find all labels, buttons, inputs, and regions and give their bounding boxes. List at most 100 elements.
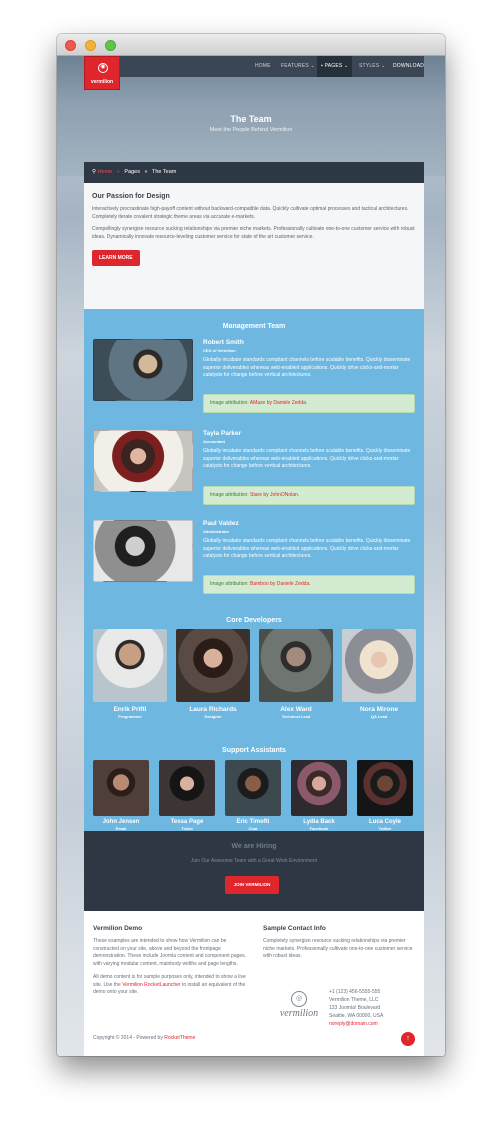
browser-window: HOME FEATURES ⌄ ▪ PAGES ⌄ STYLES ⌄ DOWNL… — [57, 34, 445, 1056]
developer-name: Laura Richards — [189, 706, 237, 713]
member-role: CEO of Vermilion — [203, 348, 236, 353]
contact-email[interactable]: noreply@domain.com — [329, 1020, 383, 1028]
footer-demo-text: All demo content is for sample purposes … — [93, 974, 246, 995]
support-name: Eric Timofti — [236, 819, 270, 825]
passion-title: Our Passion for Design — [92, 193, 170, 200]
contact-address: +1 (123) 456-5555-555 Vermilion Theme, L… — [329, 988, 383, 1028]
footer-contact: Sample Contact Info Completely synergize… — [263, 925, 418, 1027]
main-nav: HOME FEATURES ⌄ ▪ PAGES ⌄ STYLES ⌄ DOWNL… — [93, 56, 424, 77]
footer-demo-title: Vermilion Demo — [93, 925, 143, 932]
page: HOME FEATURES ⌄ ▪ PAGES ⌄ STYLES ⌄ DOWNL… — [57, 56, 445, 1056]
breadcrumb: ⚲ Home » Pages » The Team — [84, 162, 424, 183]
member-role: Administrator — [203, 529, 230, 534]
logo-text: vermilion — [90, 79, 114, 85]
support-title: Support Assistants — [222, 747, 286, 754]
learn-more-button[interactable]: LEARN MORE — [92, 250, 140, 266]
nav-styles[interactable]: STYLES ⌄ — [359, 56, 385, 77]
zoom-window-button[interactable] — [105, 40, 116, 51]
support-name: Lydia Back — [303, 819, 335, 825]
member-name: Tayla Parker — [203, 430, 242, 437]
management-title: Management Team — [222, 323, 286, 330]
developer-card: Laura Richards Designer — [176, 629, 250, 719]
footer-demo-text: These examples are intended to show how … — [93, 938, 247, 967]
support-name: Tessa Page — [170, 819, 204, 825]
member-photo — [93, 520, 193, 582]
image-attribution: Image attribution: AMaze by Daniele Zedd… — [203, 394, 415, 413]
support-card: John Jensen Email — [93, 760, 149, 831]
member-bio: Globally incubate standards compliant ch… — [203, 448, 411, 469]
support-photo — [225, 760, 281, 816]
vermilion-logo-icon: ◎ — [291, 991, 307, 1007]
attribution-link[interactable]: Bamboo by Daniele Zedda — [250, 581, 309, 587]
chevron-down-icon: ⌄ — [380, 63, 386, 69]
member-bio: Globally incubate standards compliant ch… — [203, 357, 411, 378]
developer-photo — [259, 629, 333, 702]
support-photo — [291, 760, 347, 816]
arrow-up-icon: ↑ — [406, 1035, 410, 1042]
copyright: Copyright © 2014 - Powered by RocketThem… — [93, 1035, 196, 1041]
nav-home[interactable]: HOME — [255, 56, 271, 77]
member-name: Paul Valdez — [203, 520, 239, 527]
attribution-link[interactable]: AMaze by Daniele Zedda — [250, 400, 306, 406]
developer-role: Designer — [204, 714, 222, 719]
close-window-button[interactable] — [65, 40, 76, 51]
developer-photo — [93, 629, 167, 702]
breadcrumb-home[interactable]: Home — [98, 169, 113, 175]
nav-pages[interactable]: ▪ PAGES ⌄ — [317, 56, 353, 77]
contact-city: Seattle, WA 00000, USA — [329, 1013, 384, 1019]
developer-card: Alex Ward Technical Lead — [259, 629, 333, 719]
hiring-section: We are Hiring Join Our Awesome Team with… — [84, 831, 424, 911]
support-photo — [159, 760, 215, 816]
attribution-link[interactable]: Stare by JohnONolan — [250, 492, 298, 498]
support-name: Luca Coyle — [368, 819, 401, 825]
page-title: The Team — [230, 114, 272, 124]
member-bio: Globally incubate standards compliant ch… — [203, 538, 411, 559]
member-role: Accountant — [203, 439, 225, 444]
minimize-window-button[interactable] — [85, 40, 96, 51]
image-attribution: Image attribution: Bamboo by Daniele Zed… — [203, 575, 415, 594]
developer-photo — [176, 629, 250, 702]
footer-logo: ◎ vermilion — [274, 991, 324, 1019]
developer-role: Technical Lead — [281, 714, 311, 719]
hero-header: HOME FEATURES ⌄ ▪ PAGES ⌄ STYLES ⌄ DOWNL… — [57, 56, 445, 176]
developer-card: Enrik Prifti Programmer — [93, 629, 167, 719]
member-name: Robert Smith — [203, 339, 244, 346]
contact-street: 123 Joomla! Boulevard — [329, 1005, 381, 1011]
support-photo — [357, 760, 413, 816]
contact-company: Vermilion Theme, LLC — [329, 997, 379, 1003]
hiring-subtitle: Join Our Awesome Team with a Great Work … — [190, 858, 318, 864]
file-icon: ▪ — [321, 63, 323, 69]
developer-card: Nora Mirone QA Lead — [342, 629, 416, 719]
rocketlauncher-link[interactable]: Vermilion RocketLauncher — [122, 982, 180, 988]
developer-name: Enrik Prifti — [113, 706, 147, 713]
image-attribution: Image attribution: Stare by JohnONolan. — [203, 486, 415, 505]
contact-phone: +1 (123) 456-5555-555 — [329, 989, 381, 995]
join-vermilion-button[interactable]: JOIN VERMILION — [225, 876, 279, 894]
back-to-top-button[interactable]: ↑ — [401, 1032, 415, 1046]
support-card: Luca Coyle Twitter — [357, 760, 413, 831]
developer-role: Programmer — [118, 714, 142, 719]
support-name: John Jensen — [102, 819, 140, 825]
chevron-down-icon: ⌄ — [310, 63, 315, 69]
hiring-title: We are Hiring — [231, 843, 277, 850]
support-card: Eric Timofti Chat — [225, 760, 281, 831]
chevron-down-icon: ⌄ — [344, 63, 349, 69]
nav-features[interactable]: FEATURES ⌄ — [281, 56, 315, 77]
developer-name: Alex Ward — [280, 706, 312, 713]
map-marker-icon: ⚲ — [92, 169, 97, 175]
site-logo[interactable]: ◉ vermilion — [84, 56, 120, 90]
developers-title: Core Developers — [226, 617, 282, 624]
team-section: Management Team Robert Smith CEO of Verm… — [84, 309, 424, 849]
support-card: Tessa Page Ticket — [159, 760, 215, 831]
breadcrumb-pages[interactable]: Pages — [124, 169, 140, 175]
window-titlebar — [57, 34, 445, 56]
developer-name: Nora Mirone — [360, 706, 398, 713]
nav-download[interactable]: DOWNLOAD — [393, 56, 424, 77]
rockettheme-link[interactable]: RocketTheme — [164, 1035, 195, 1041]
chevron-right-icon: » — [144, 169, 148, 175]
chevron-right-icon: » — [116, 169, 120, 175]
footer-contact-title: Sample Contact Info — [263, 925, 326, 932]
support-card: Lydia Back Facebook — [291, 760, 347, 831]
passion-paragraph: Compellingly synergize resource sucking … — [92, 226, 415, 240]
vermilion-logo-icon: ◉ — [98, 63, 108, 73]
